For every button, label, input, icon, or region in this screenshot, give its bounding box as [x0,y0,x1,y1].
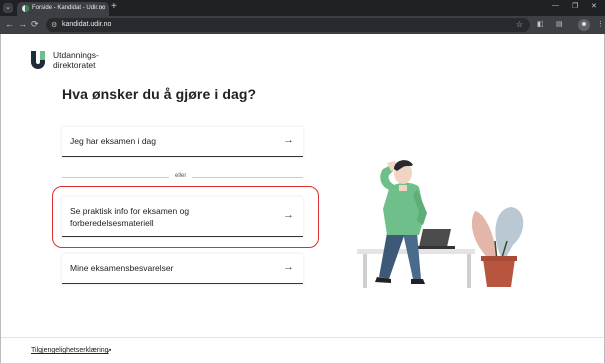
sidepanel-icon[interactable]: ▤ [556,20,563,28]
laptop [419,229,451,247]
desk-leg-right [467,254,471,288]
page-title: Hva ønsker du å gjøre i dag? [62,86,257,102]
tab-search-button[interactable]: ⌄ [3,3,13,13]
person-at-desk-illustration [357,160,524,288]
browser-tab[interactable]: Forside - Kandidat - Udir.no ✕ [17,2,109,16]
logo-line-1: Utdannings- [53,50,99,60]
option-label: Jeg har eksamen i dag [70,136,156,146]
address-bar[interactable]: ⚙ kandidat.udir.no ☆ [46,18,530,32]
minimize-button[interactable]: — [552,2,559,9]
site-info-icon[interactable]: ⚙ [51,21,57,29]
logo-text: Utdannings- direktoratet [53,50,133,70]
back-button[interactable]: ← [5,19,14,30]
plant-leaf-blue [495,207,524,261]
person-leg-back [403,233,421,279]
external-link-icon: ↗ [106,348,112,355]
arrow-right-icon: → [283,134,294,146]
forward-button[interactable]: → [18,19,27,30]
plant-pot [483,259,515,287]
udir-favicon-icon [22,5,29,12]
option-exam-today[interactable]: Jeg har eksamen i dag → [62,127,303,157]
option-my-submissions[interactable]: Mine eksamensbesvarelser → [62,254,303,284]
logo-line-2: direktoratet [53,60,96,70]
window-close-button[interactable]: ✕ [591,2,597,10]
reload-button[interactable]: ⟳ [31,19,39,30]
arrow-right-icon: → [283,261,294,273]
desk-leg-left [363,254,367,288]
maximize-button[interactable]: ❐ [572,2,578,10]
udir-logo-mark-icon [31,51,45,69]
person-leg-front [379,233,405,279]
url-text: kandidat.udir.no [62,21,112,28]
profile-avatar-icon[interactable] [578,19,590,31]
accessibility-statement-link[interactable]: Tilgjengelighetserklæring [31,347,109,354]
extensions-icon[interactable]: ◧ [537,20,544,28]
red-highlight-annotation [52,186,319,248]
divider-text: eller [169,173,193,179]
browser-tab-bar: ⌄ Forside - Kandidat - Udir.no ✕ + — ❐ ✕ [0,0,605,16]
option-label: Mine eksamensbesvarelser [70,263,174,273]
tab-title: Forside - Kandidat - Udir.no [32,5,106,11]
bookmark-star-icon[interactable]: ☆ [516,20,523,29]
page-content: Utdannings- direktoratet Hva ønsker du å… [0,34,605,363]
menu-icon[interactable]: ⋮ [597,20,604,28]
tab-close-icon[interactable]: ✕ [99,4,105,12]
plant-leaf-pink [471,211,497,261]
browser-toolbar: ← → ⟳ ⚙ kandidat.udir.no ☆ ◧ ▤ ⋮ [0,16,605,34]
footer-divider [1,337,604,338]
new-tab-button[interactable]: + [111,2,117,12]
